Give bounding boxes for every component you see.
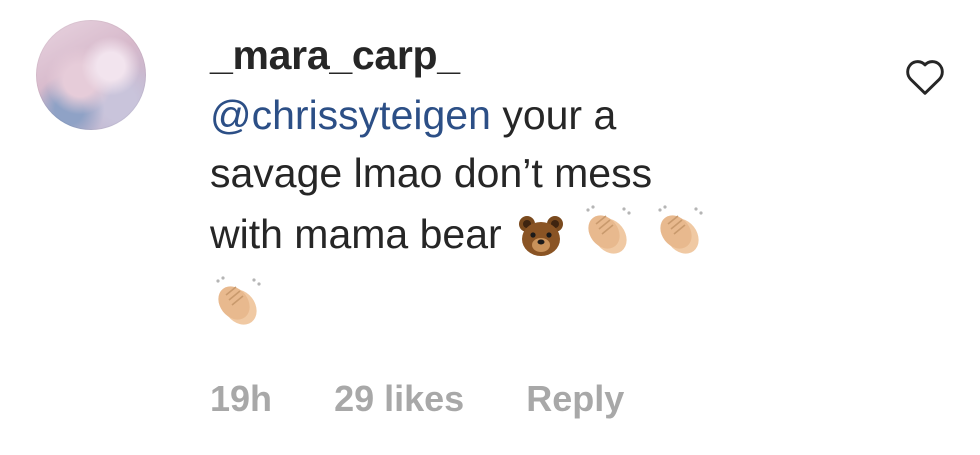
mention-link[interactable]: @chrissyteigen <box>210 92 491 138</box>
comment: _mara_carp_ @chrissyteigen your a savage… <box>0 0 980 455</box>
reply-button[interactable]: Reply <box>526 378 624 419</box>
comment-text-line3: with mama bear <box>210 211 502 257</box>
comment-body: _mara_carp_ @chrissyteigen your a savage… <box>210 30 850 344</box>
avatar[interactable] <box>36 20 146 130</box>
likes-count[interactable]: 29 likes <box>334 378 464 419</box>
comment-time[interactable]: 19h <box>210 378 272 419</box>
comment-text-line2: savage lmao don’t mess <box>210 150 653 196</box>
username[interactable]: _mara_carp_ <box>210 30 850 80</box>
clapping-hands-icon <box>210 273 266 344</box>
comment-text: @chrissyteigen your a savage lmao don’t … <box>210 86 810 344</box>
comment-text-line1: your a <box>502 92 617 138</box>
heart-icon[interactable] <box>903 56 947 96</box>
bear-face-icon <box>517 214 565 273</box>
clapping-hands-icon <box>580 202 636 273</box>
comment-meta: 19h 29 likes Reply <box>210 378 676 420</box>
clapping-hands-icon <box>652 202 708 273</box>
